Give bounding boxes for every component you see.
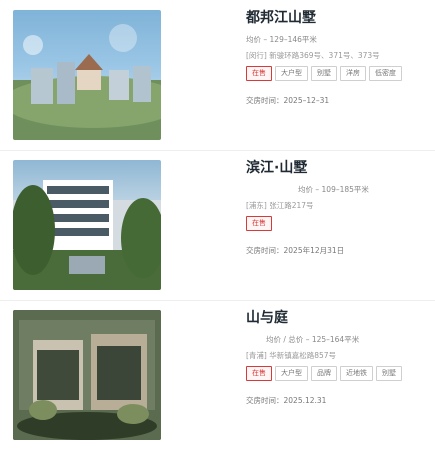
price-value: – 125–164平米	[305, 335, 360, 344]
listing-photo[interactable]	[13, 10, 161, 140]
listing-tags: 在售 大户型 别墅 洋房 低密度	[246, 66, 426, 81]
listing-photo[interactable]	[13, 160, 161, 290]
tag: 别墅	[376, 366, 402, 381]
tag: 别墅	[311, 66, 337, 81]
building-photo-image	[13, 180, 161, 290]
listing-tags: 在售 大户型 品牌 近地铁 别墅	[246, 366, 426, 381]
listing-card[interactable]: 山与庭 均价 / 总价 – 125–164平米 [青浦] 华新镇嘉松路857号 …	[0, 300, 435, 450]
tag: 品牌	[311, 366, 337, 381]
price-value: – 129–146平米	[263, 35, 317, 44]
garden-photo-image	[13, 310, 161, 440]
tag: 低密度	[369, 66, 402, 81]
price-label: 均价 / 总价	[266, 335, 304, 344]
status-badge: 在售	[246, 66, 272, 81]
aerial-photo-image	[13, 24, 161, 140]
delivery-time: 交房时间：2025年12月31日	[246, 246, 345, 255]
listing-info: 都邦江山墅 均价 – 129–146平米 [闵行] 新骏环路369号、371号、…	[246, 9, 426, 106]
tag: 大户型	[275, 66, 308, 81]
listing-card[interactable]: 滨江·山墅 均价 – 109–185平米 [浦东] 张江路217号 在售 交房时…	[0, 150, 435, 300]
listing-info: 滨江·山墅 均价 – 109–185平米 [浦东] 张江路217号 在售 交房时…	[246, 159, 426, 256]
price-value: – 109–185平米	[315, 185, 369, 194]
status-badge: 在售	[246, 366, 272, 381]
listing-list: 都邦江山墅 均价 – 129–146平米 [闵行] 新骏环路369号、371号、…	[0, 0, 435, 447]
listing-price: 均价 – 109–185平米	[246, 185, 426, 195]
listing-price: 均价 – 129–146平米	[246, 35, 426, 45]
listing-address: [青浦] 华新镇嘉松路857号	[246, 351, 337, 360]
price-label: 均价	[246, 35, 261, 44]
delivery-time: 交房时间：2025–12–31	[246, 96, 330, 105]
listing-price: 均价 / 总价 – 125–164平米	[246, 335, 426, 345]
listing-title[interactable]: 都邦江山墅	[246, 9, 426, 27]
listing-card[interactable]: 都邦江山墅 均价 – 129–146平米 [闵行] 新骏环路369号、371号、…	[0, 0, 435, 150]
listing-title[interactable]: 滨江·山墅	[246, 159, 426, 177]
tag: 近地铁	[340, 366, 373, 381]
listing-photo[interactable]	[13, 310, 161, 440]
listing-address: [浦东] 张江路217号	[246, 201, 314, 210]
listing-title[interactable]: 山与庭	[246, 309, 426, 327]
price-label: 均价	[298, 185, 313, 194]
delivery-time: 交房时间：2025.12.31	[246, 396, 327, 405]
tag: 洋房	[340, 66, 366, 81]
listing-info: 山与庭 均价 / 总价 – 125–164平米 [青浦] 华新镇嘉松路857号 …	[246, 309, 426, 406]
status-badge: 在售	[246, 216, 272, 231]
tag: 大户型	[275, 366, 308, 381]
listing-tags: 在售	[246, 216, 426, 231]
listing-address: [闵行] 新骏环路369号、371号、373号	[246, 51, 380, 60]
